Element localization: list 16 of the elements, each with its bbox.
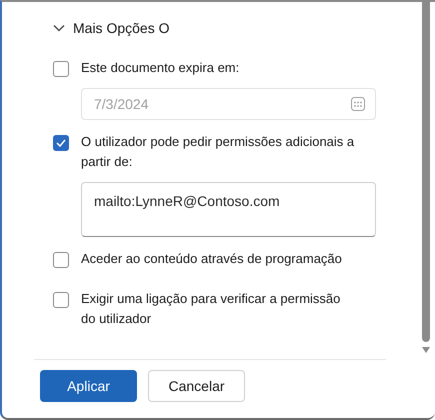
cancel-button[interactable]: Cancelar (148, 370, 245, 402)
text-field[interactable]: mailto:LynneR@Contoso.com (81, 182, 376, 237)
checkbox[interactable] (53, 292, 69, 308)
option-label: O utilizador pode pedir permissões adicionais a partir de: (81, 133, 356, 171)
option-label: Aceder ao conteúdo através de programação (81, 250, 343, 268)
checkmark-icon (56, 139, 66, 147)
scrollbar-thumb[interactable] (422, 2, 430, 342)
chevron-icon[interactable] (53, 24, 65, 32)
apply-button[interactable]: Aplicar (40, 370, 137, 402)
checkbox[interactable] (53, 135, 69, 151)
option-label: Este documento expira em: (81, 59, 240, 77)
option-label: Exigir uma ligação para verificar a permissão do utilizador (81, 290, 342, 328)
checkbox[interactable] (53, 61, 69, 77)
checkbox[interactable] (53, 252, 69, 268)
scroll-down-icon[interactable] (422, 347, 430, 353)
section-title: Mais Opções O (73, 20, 170, 36)
